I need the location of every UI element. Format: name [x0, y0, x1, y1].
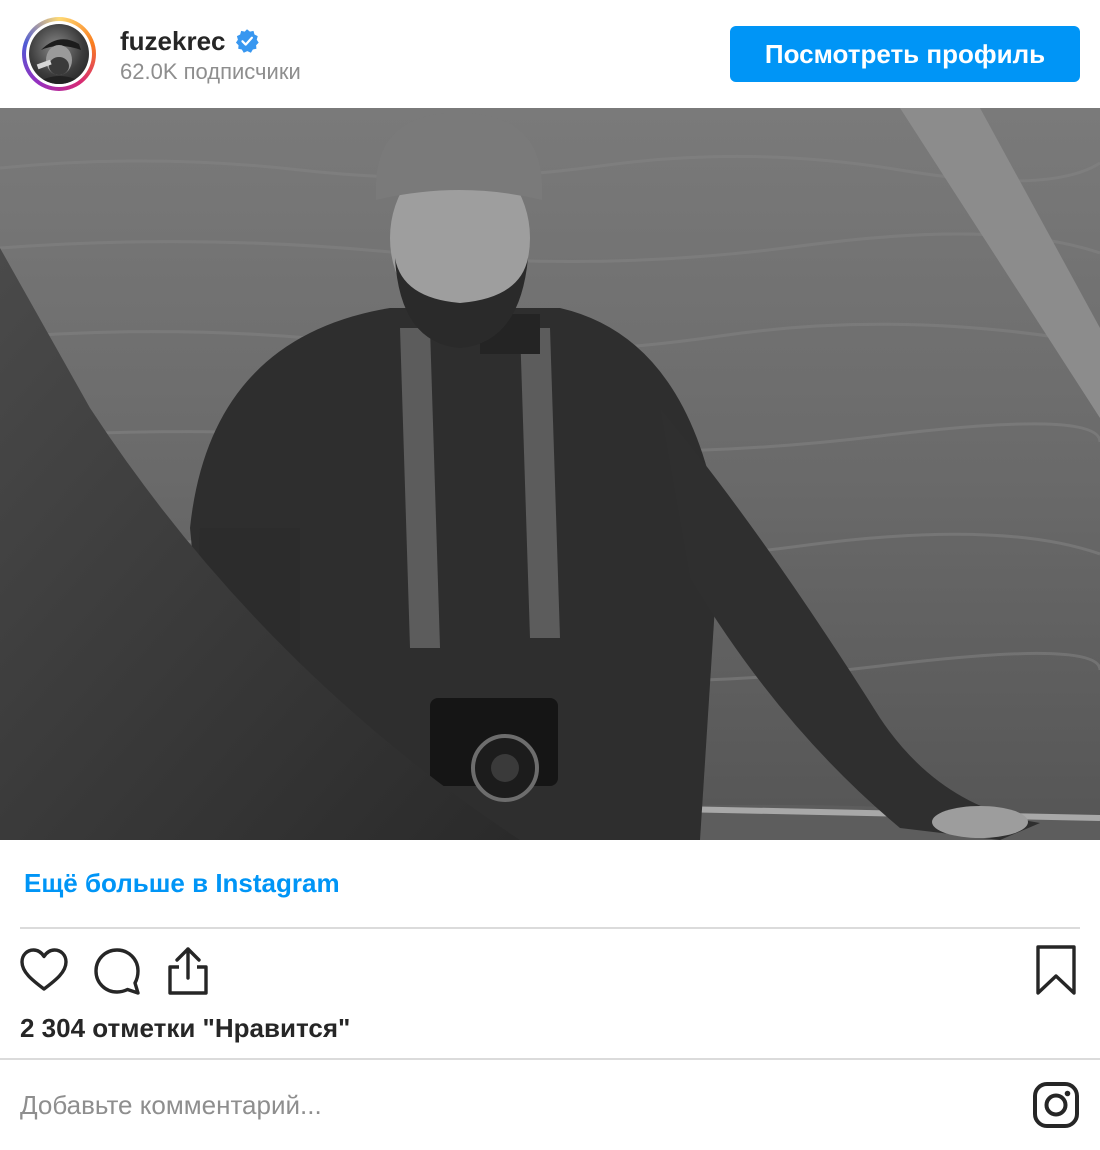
view-profile-button[interactable]: Посмотреть профиль [730, 26, 1080, 82]
follower-count: 62.0K подписчики [120, 59, 301, 84]
instagram-logo-icon[interactable] [1032, 1081, 1080, 1129]
verified-badge-icon [234, 28, 260, 54]
post-image[interactable] [0, 108, 1100, 840]
username[interactable]: fuzekrec [120, 26, 226, 57]
avatar[interactable] [22, 17, 96, 91]
avatar-image [29, 24, 89, 84]
divider [20, 927, 1080, 929]
more-on-instagram-link[interactable]: Ещё больше в Instagram [24, 868, 340, 899]
avatar-border [26, 21, 92, 87]
comment-bubble-icon[interactable] [91, 945, 143, 997]
share-icon[interactable] [162, 945, 214, 997]
username-row: fuzekrec [120, 24, 260, 58]
heart-icon[interactable] [18, 945, 70, 997]
divider [0, 1058, 1100, 1060]
post-header: fuzekrec 62.0K подписчики Посмотреть про… [0, 0, 1100, 108]
comment-input[interactable] [20, 1080, 1000, 1130]
like-count[interactable]: 2 304 отметки "Нравится" [20, 1013, 350, 1044]
bookmark-icon[interactable] [1031, 945, 1083, 997]
